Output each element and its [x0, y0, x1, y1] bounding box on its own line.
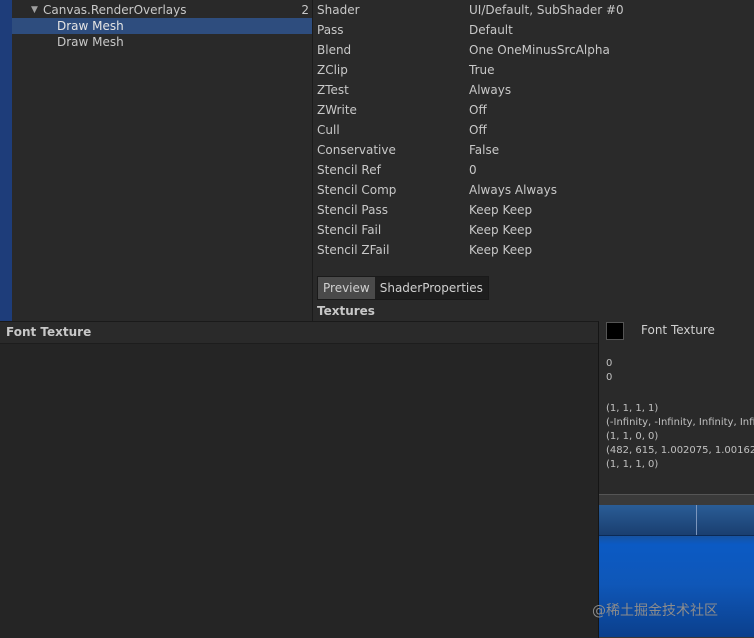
property-value: Keep Keep [469, 223, 533, 237]
property-row-zwrite: ZWrite Off [317, 100, 754, 120]
property-key: Shader [317, 3, 360, 17]
draw-call-details-panel: Shader UI/Default, SubShader #0 Pass Def… [313, 0, 754, 322]
property-key: Cull [317, 123, 340, 137]
property-key: ZClip [317, 63, 348, 77]
tab-preview[interactable]: Preview [318, 277, 375, 299]
property-key: Stencil Pass [317, 203, 388, 217]
property-value: 0 [469, 163, 477, 177]
property-row-ztest: ZTest Always [317, 80, 754, 100]
property-row-stencil-pass: Stencil Pass Keep Keep [317, 200, 754, 220]
property-row-stencil-comp: Stencil Comp Always Always [317, 180, 754, 200]
property-value: Always [469, 83, 512, 97]
property-value: Always Always [469, 183, 557, 197]
font-texture-panel: Font Texture [0, 321, 599, 638]
texture-name-label: Font Texture [641, 323, 715, 337]
property-row-cull: Cull Off [317, 120, 754, 140]
property-row-shader: Shader UI/Default, SubShader #0 [317, 0, 754, 20]
preview-divider-line [696, 505, 697, 535]
texture-property-panel: Font Texture 0 0 (1, 1, 1, 1) (-Infinity… [599, 322, 754, 637]
property-key: ZTest [317, 83, 349, 97]
property-key: ZWrite [317, 103, 357, 117]
property-key: Pass [317, 23, 344, 37]
property-line: (-Infinity, -Infinity, Infinity, Infi [606, 417, 754, 428]
hierarchy-item-label: Draw Mesh [57, 35, 124, 49]
tab-shader-properties[interactable]: ShaderProperties [375, 277, 488, 299]
event-hierarchy-panel: ▼ Canvas.RenderOverlays 2 Draw Mesh Draw… [12, 0, 313, 322]
property-row-zclip: ZClip True [317, 60, 754, 80]
property-line: (1, 1, 1, 1) [606, 403, 659, 414]
property-row-blend: Blend One OneMinusSrcAlpha [317, 40, 754, 60]
property-value: Keep Keep [469, 203, 533, 217]
property-row-pass: Pass Default [317, 20, 754, 40]
property-row-stencil-zfail: Stencil ZFail Keep Keep [317, 240, 754, 260]
property-value: Default [469, 23, 513, 37]
hierarchy-item-label: Draw Mesh [57, 19, 124, 33]
property-row-stencil-fail: Stencil Fail Keep Keep [317, 220, 754, 240]
property-row-stencil-ref: Stencil Ref 0 [317, 160, 754, 180]
property-value: True [469, 63, 495, 77]
expand-arrow-icon[interactable]: ▼ [31, 2, 38, 18]
property-value: Off [469, 103, 487, 117]
property-value: One OneMinusSrcAlpha [469, 43, 610, 57]
property-value: Keep Keep [469, 243, 533, 257]
property-line: 0 [606, 372, 613, 383]
property-key: Stencil Fail [317, 223, 382, 237]
left-accent-strip [0, 0, 12, 322]
font-texture-panel-title: Font Texture [0, 322, 598, 344]
property-key: Stencil Ref [317, 163, 381, 177]
textures-section-header: Textures [317, 304, 375, 318]
property-value: Off [469, 123, 487, 137]
hierarchy-item-label: Canvas.RenderOverlays [43, 3, 187, 17]
texture-swatch[interactable] [606, 322, 624, 340]
property-key: Blend [317, 43, 352, 57]
watermark: @稀土掘金技术社区 [592, 603, 718, 619]
property-value: False [469, 143, 500, 157]
hierarchy-item-draw-mesh[interactable]: Draw Mesh [12, 34, 312, 50]
property-line: (482, 615, 1.002075, 1.001626) [606, 445, 754, 456]
property-key: Conservative [317, 143, 396, 157]
preview-tabs: Preview ShaderProperties [317, 276, 489, 300]
property-line: 0 [606, 358, 613, 369]
property-line: (1, 1, 1, 0) [606, 459, 659, 470]
hierarchy-item-count: 2 [301, 3, 309, 17]
hierarchy-item-draw-mesh-selected[interactable]: Draw Mesh [12, 18, 312, 34]
property-row-conservative: Conservative False [317, 140, 754, 160]
property-key: Stencil ZFail [317, 243, 390, 257]
property-value: UI/Default, SubShader #0 [469, 3, 624, 17]
hierarchy-item-canvas-render-overlays[interactable]: ▼ Canvas.RenderOverlays 2 [12, 2, 312, 18]
property-line: (1, 1, 0, 0) [606, 431, 659, 442]
property-key: Stencil Comp [317, 183, 397, 197]
preview-header-bar [599, 505, 754, 536]
